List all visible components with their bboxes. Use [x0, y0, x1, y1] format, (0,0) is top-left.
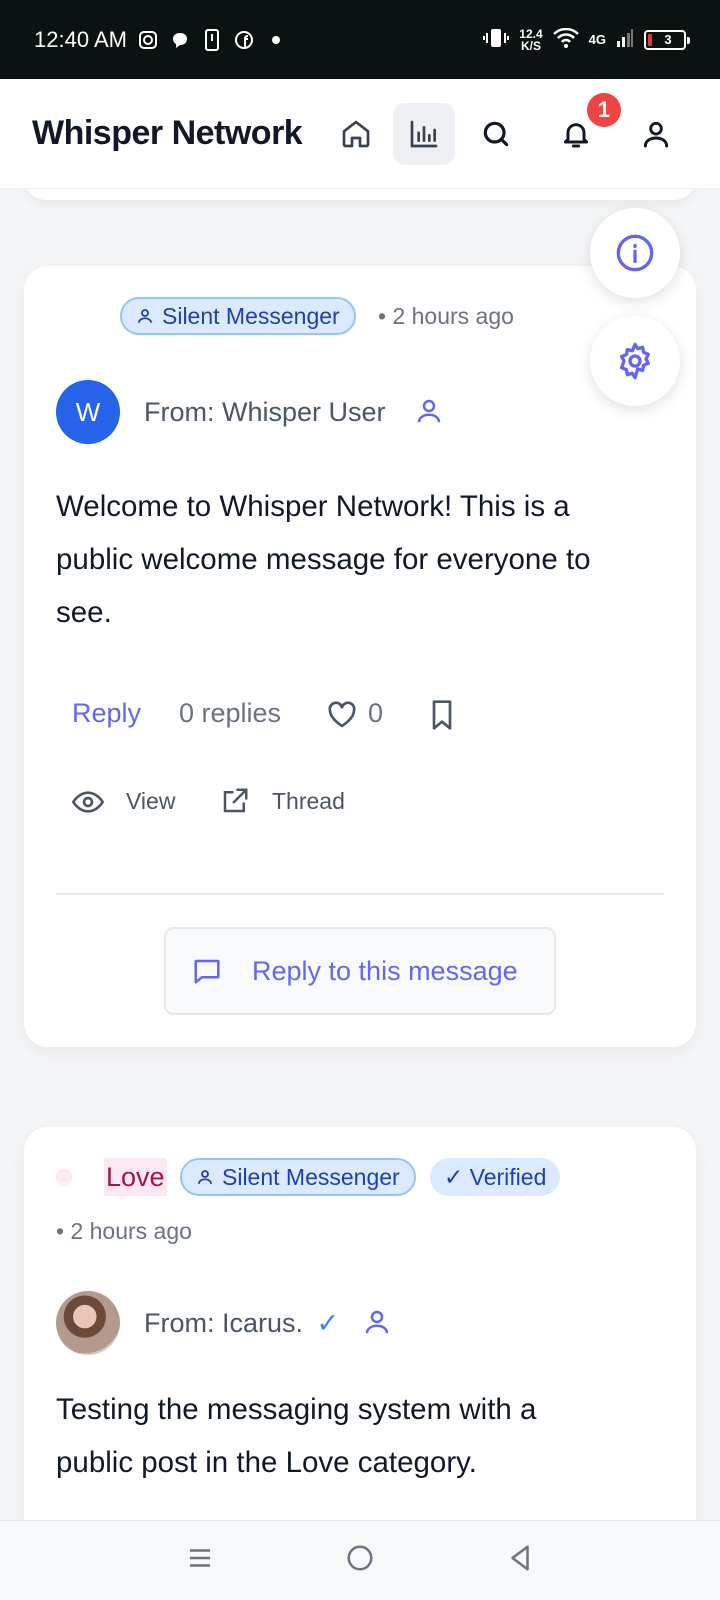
bookmark-icon [432, 700, 452, 730]
settings-button[interactable] [590, 316, 680, 406]
vibrate-icon [483, 26, 510, 53]
circle-icon [347, 1545, 373, 1571]
avatar[interactable]: W [56, 380, 120, 444]
message-line: Welcome to Whisper Network! This is a [56, 490, 570, 523]
battery-level: 3 [664, 32, 672, 47]
profile-icon[interactable] [362, 1307, 392, 1342]
back-button[interactable] [505, 1543, 535, 1578]
signal-icon [616, 28, 634, 51]
post-time: • 2 hours ago [56, 1218, 192, 1244]
like-button[interactable]: 0 [326, 698, 383, 729]
message-line: see. [56, 596, 112, 629]
speed-value: 12.4 [519, 26, 543, 41]
home-button[interactable] [345, 1543, 375, 1578]
heart-icon [328, 700, 356, 727]
divider [56, 893, 664, 895]
search-icon [483, 121, 509, 147]
external-link-icon [223, 788, 248, 813]
phone-alert-icon [201, 28, 223, 51]
comment-icon [194, 959, 220, 984]
network-type: 4G [588, 32, 606, 47]
thread-button[interactable]: Thread [220, 786, 345, 816]
bookmark-button[interactable] [428, 699, 456, 736]
reply-to-message-button[interactable]: Reply to this message [164, 927, 556, 1015]
gear-icon [620, 342, 650, 380]
reply-link[interactable]: Reply [72, 698, 141, 729]
user-small-icon [138, 309, 152, 323]
chart-icon [410, 120, 438, 148]
message-line: Testing the messaging system with a [56, 1393, 537, 1426]
instagram-icon [137, 29, 159, 51]
dot-icon [265, 29, 287, 51]
profile-nav-button[interactable] [625, 103, 687, 165]
verified-badge: ✓ Verified [430, 1158, 561, 1196]
user-icon [643, 121, 669, 148]
role-badge-label: Silent Messenger [162, 302, 340, 329]
app-title: Whisper Network [32, 114, 303, 152]
verified-check-icon: ✓ [316, 1308, 340, 1338]
app-header: Whisper Network 1 [0, 79, 720, 189]
home-nav-button[interactable] [325, 103, 387, 165]
back-triangle-icon [511, 1545, 529, 1571]
view-button[interactable]: View [72, 788, 175, 815]
avatar[interactable] [56, 1291, 120, 1355]
message-line: public welcome message for everyone to [56, 543, 591, 576]
chat-bubble-icon [169, 29, 191, 51]
role-badge-label: Silent Messenger [222, 1163, 400, 1190]
message-body: Testing the messaging system with a publ… [56, 1383, 666, 1489]
wifi-icon [552, 27, 579, 51]
stats-nav-button[interactable] [393, 103, 455, 165]
status-right: 12.4 K/S 4G 3 [483, 26, 690, 53]
user-small-icon [198, 1170, 212, 1184]
search-nav-button[interactable] [465, 103, 527, 165]
message-body: Welcome to Whisper Network! This is a pu… [56, 480, 666, 639]
notification-badge: 1 [584, 90, 624, 130]
speed-unit: K/S [520, 38, 541, 53]
bell-icon [563, 123, 589, 148]
role-badge: Silent Messenger [180, 1158, 416, 1196]
network-speed: 12.4 K/S [519, 28, 542, 52]
post-time: • 2 hours ago [378, 303, 514, 329]
role-badge: Silent Messenger [120, 297, 356, 335]
facebook-icon [233, 29, 255, 51]
category-dot [56, 1169, 72, 1185]
like-count: 0 [368, 698, 384, 728]
status-bar: 12:40 AM 12.4 K/S 4G 3 [0, 0, 720, 79]
status-left: 12:40 AM [34, 27, 287, 53]
info-button[interactable] [590, 208, 680, 298]
sender-name[interactable]: From: Whisper User [144, 397, 386, 428]
system-navigation-bar [0, 1520, 720, 1600]
profile-icon[interactable] [414, 396, 444, 431]
replies-count[interactable]: 0 replies [179, 698, 281, 729]
thread-label: Thread [272, 787, 345, 814]
message-line: public post in the Love category. [56, 1446, 477, 1479]
category-tag[interactable]: Love [104, 1158, 167, 1196]
battery-icon: 3 [644, 29, 690, 50]
sender-name[interactable]: From: Icarus. ✓ [144, 1308, 339, 1339]
verified-label: ✓ Verified [444, 1163, 547, 1190]
view-label: View [126, 788, 176, 814]
menu-icon [190, 1549, 210, 1567]
sender-name-text: From: Icarus. [144, 1308, 304, 1338]
eye-icon [72, 790, 104, 813]
avatar-initial: W [75, 396, 101, 427]
reply-button-label: Reply to this message [252, 955, 518, 986]
info-icon [616, 234, 654, 272]
recent-apps-button[interactable] [185, 1543, 215, 1578]
home-icon [342, 120, 370, 148]
status-time: 12:40 AM [34, 26, 127, 52]
